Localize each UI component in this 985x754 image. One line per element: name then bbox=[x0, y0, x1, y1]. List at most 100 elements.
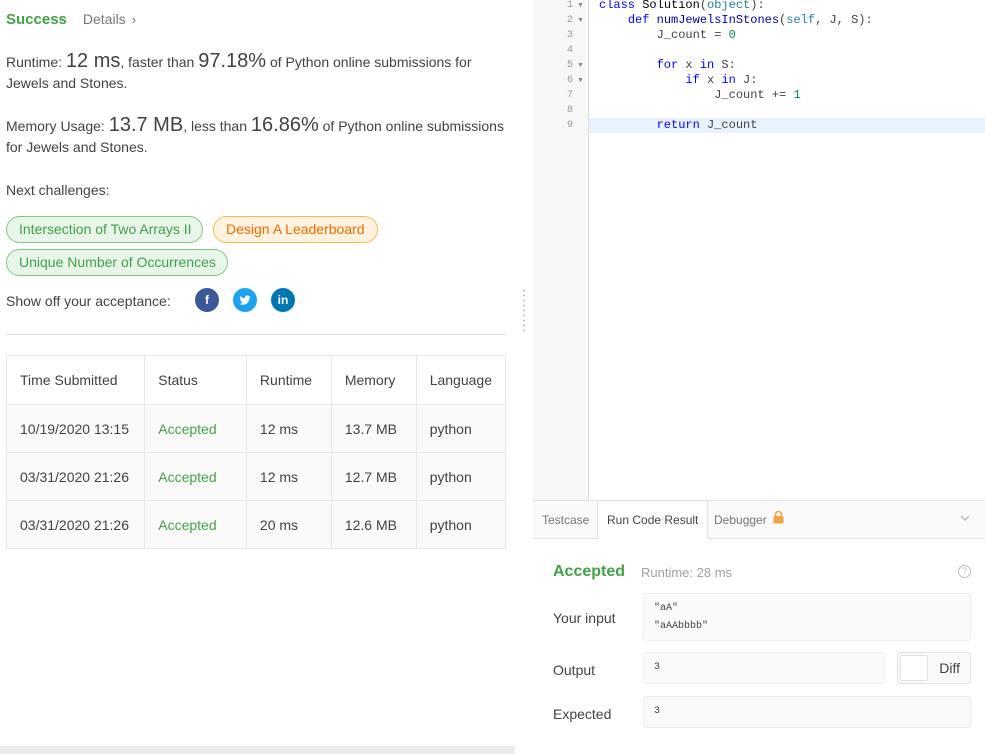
column-header[interactable]: Status bbox=[144, 355, 247, 405]
linkedin-icon[interactable]: in bbox=[271, 288, 295, 312]
divider bbox=[6, 334, 506, 335]
expected-value-box: 3 bbox=[643, 696, 971, 728]
runtime-value: 12 ms bbox=[65, 50, 121, 72]
diff-label: Diff bbox=[939, 660, 960, 676]
runtime-mid-text: , faster than bbox=[120, 54, 195, 70]
tab-testcase[interactable]: Testcase bbox=[533, 501, 598, 539]
memory-stat: Memory Usage: 13.7 MB, less than 16.86% … bbox=[6, 115, 506, 158]
cell-status[interactable]: Accepted bbox=[144, 500, 247, 549]
fold-icon[interactable]: ▼ bbox=[577, 0, 584, 13]
lock-icon bbox=[772, 501, 785, 539]
fold-icon[interactable]: ▼ bbox=[577, 13, 584, 28]
line-number: 8 bbox=[566, 105, 573, 116]
code-line[interactable]: J_count += 1 bbox=[589, 88, 985, 103]
run-code-result: Accepted Runtime: 28 ms ? Your input "aA… bbox=[533, 539, 985, 754]
challenge-chip[interactable]: Design A Leaderboard bbox=[213, 216, 378, 243]
twitter-bird-glyph bbox=[239, 295, 251, 305]
share-label: Show off your acceptance: bbox=[6, 293, 171, 309]
code-editor[interactable]: 1 ▼ 2 ▼ 3 4 5 ▼ 6 ▼ 7 8 9 class Solution(obj… bbox=[533, 0, 985, 500]
result-status: Accepted bbox=[553, 563, 626, 580]
line-number: 2 bbox=[566, 15, 573, 26]
input-line: "aA" bbox=[654, 603, 679, 614]
cell-time: 10/19/2020 13:15 bbox=[5, 404, 146, 453]
output-label: Output bbox=[553, 662, 596, 678]
memory-mid-text: , less than bbox=[183, 118, 248, 134]
column-header[interactable]: Time Submitted bbox=[5, 355, 146, 405]
output-value-box: 3 bbox=[643, 652, 885, 684]
tab-run-code-result[interactable]: Run Code Result bbox=[597, 501, 709, 540]
cell-time: 03/31/2020 21:26 bbox=[5, 452, 146, 501]
facebook-icon[interactable]: f bbox=[195, 288, 219, 312]
line-number: 1 bbox=[566, 0, 573, 11]
code-line[interactable]: class Solution(object): bbox=[589, 0, 985, 13]
line-number: 9 bbox=[566, 120, 573, 131]
help-icon[interactable]: ? bbox=[958, 565, 971, 578]
cell-status[interactable]: Accepted bbox=[144, 404, 247, 453]
code-line[interactable]: for x in S: bbox=[589, 58, 985, 73]
fold-icon[interactable]: ▼ bbox=[577, 58, 584, 73]
editor-gutter: 1 ▼ 2 ▼ 3 4 5 ▼ 6 ▼ 7 8 9 bbox=[533, 0, 589, 500]
table-row[interactable]: 10/19/2020 13:15 Accepted 12 ms 13.7 MB … bbox=[5, 404, 507, 453]
cell-runtime: 12 ms bbox=[245, 404, 332, 453]
runtime-percent: 97.18% bbox=[198, 50, 267, 72]
code-line[interactable]: def numJewelsInStones(self, J, S): bbox=[589, 13, 985, 28]
column-header[interactable]: Runtime bbox=[245, 355, 332, 405]
cell-time: 03/31/2020 21:26 bbox=[5, 500, 146, 549]
code-line[interactable]: if x in J: bbox=[589, 73, 985, 88]
line-number: 7 bbox=[566, 90, 573, 101]
pane-splitter[interactable] bbox=[515, 0, 533, 754]
table-row[interactable]: 03/31/2020 21:26 Accepted 12 ms 12.7 MB … bbox=[5, 452, 507, 501]
code-line[interactable] bbox=[589, 103, 985, 118]
input-label: Your input bbox=[553, 610, 616, 626]
cell-memory: 12.7 MB bbox=[330, 452, 417, 501]
code-line[interactable]: J_count = 0 bbox=[589, 28, 985, 43]
diff-toggle[interactable]: Diff bbox=[897, 652, 971, 684]
memory-percent: 16.86% bbox=[250, 114, 319, 136]
cell-memory: 12.6 MB bbox=[330, 500, 417, 549]
result-header: Success Details › bbox=[6, 11, 136, 28]
cell-status[interactable]: Accepted bbox=[144, 452, 247, 501]
expected-label: Expected bbox=[553, 706, 612, 722]
line-number: 6 bbox=[566, 75, 573, 86]
code-line[interactable]: return J_count bbox=[589, 118, 985, 133]
column-header[interactable]: Memory bbox=[330, 355, 417, 405]
horizontal-scrollbar[interactable] bbox=[0, 746, 515, 754]
runtime-stat: Runtime: 12 ms, faster than 97.18% of Py… bbox=[6, 51, 506, 94]
result-runtime: Runtime: 28 ms bbox=[641, 565, 733, 580]
diff-switch[interactable] bbox=[900, 655, 928, 681]
memory-label: Memory Usage: bbox=[6, 118, 105, 134]
table-row[interactable]: 03/31/2020 21:26 Accepted 20 ms 12.6 MB … bbox=[5, 500, 507, 549]
input-line: "aAAbbbb" bbox=[654, 621, 709, 632]
twitter-icon[interactable] bbox=[233, 288, 257, 312]
submissions-table: Time Submitted Status Runtime Memory Lan… bbox=[5, 355, 507, 549]
challenge-chip[interactable]: Unique Number of Occurrences bbox=[6, 249, 228, 276]
cell-language: python bbox=[415, 404, 507, 453]
drag-handle-icon[interactable] bbox=[523, 288, 525, 332]
runtime-label: Runtime: bbox=[6, 54, 63, 70]
line-number: 4 bbox=[566, 45, 573, 56]
line-number: 3 bbox=[566, 30, 573, 41]
chevron-right-icon: › bbox=[131, 12, 137, 27]
chevron-down-icon[interactable] bbox=[959, 511, 971, 527]
success-status: Success bbox=[6, 11, 67, 28]
console-tabs: Testcase Run Code Result Debugger bbox=[533, 501, 985, 540]
memory-value: 13.7 MB bbox=[108, 114, 184, 136]
tab-debugger[interactable]: Debugger bbox=[705, 501, 794, 539]
column-header[interactable]: Language bbox=[415, 355, 507, 405]
cell-runtime: 12 ms bbox=[245, 452, 332, 501]
cell-memory: 13.7 MB bbox=[330, 404, 417, 453]
input-value-box: "aA" "aAAbbbb" bbox=[643, 593, 971, 641]
code-line[interactable] bbox=[589, 43, 985, 58]
fold-icon[interactable]: ▼ bbox=[577, 73, 584, 88]
code-area[interactable]: class Solution(object): def numJewelsInS… bbox=[589, 0, 985, 500]
table-header-row: Time Submitted Status Runtime Memory Lan… bbox=[5, 355, 507, 405]
console-panel: Testcase Run Code Result Debugger Accept… bbox=[533, 500, 985, 754]
submission-detail-pane: Success Details › Runtime: 12 ms, faster … bbox=[0, 0, 515, 754]
cell-runtime: 20 ms bbox=[245, 500, 332, 549]
tab-debugger-label: Debugger bbox=[714, 513, 767, 527]
details-link[interactable]: Details › bbox=[83, 11, 136, 27]
details-label[interactable]: Details bbox=[83, 11, 126, 27]
challenge-chip[interactable]: Intersection of Two Arrays II bbox=[6, 216, 203, 243]
next-challenges-label: Next challenges: bbox=[6, 182, 110, 198]
cell-language: python bbox=[415, 500, 507, 549]
